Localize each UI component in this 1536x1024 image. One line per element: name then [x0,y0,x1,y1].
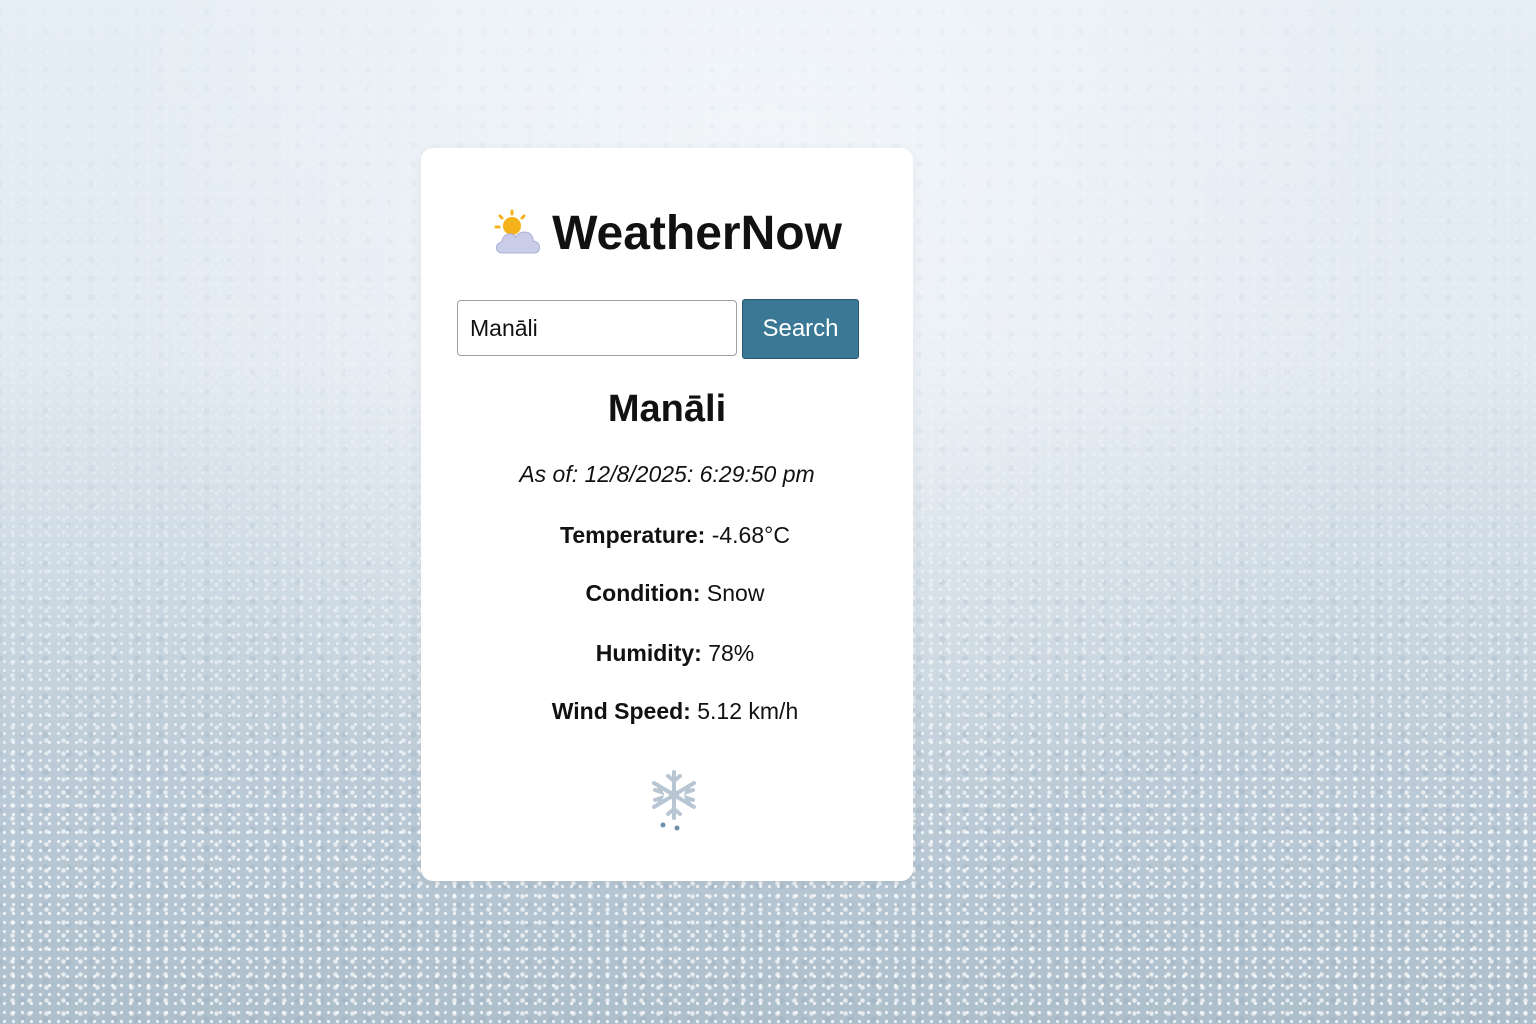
wind-speed-label: Wind Speed: [551,698,691,724]
wind-speed-value: 5.12 km/h [697,698,799,724]
search-button[interactable]: Search [742,299,859,359]
temperature-value: -4.68°C [711,522,790,548]
humidity-label: Humidity: [595,640,702,666]
humidity-value: 78% [708,640,755,666]
app-header: WeatherNow [421,206,913,261]
search-bar: Search [457,299,859,359]
city-name: Manāli [607,388,727,430]
condition-row: Condition: Snow [429,580,921,607]
sun-behind-cloud-icon [494,209,541,253]
search-input[interactable] [457,300,737,356]
snowflake-icon [652,770,696,831]
temperature-row: Temperature: -4.68°C [429,522,921,549]
condition-value: Snow [706,580,765,606]
condition-label: Condition: [585,580,701,606]
app-title: WeatherNow [552,207,842,260]
temperature-label: Temperature: [560,522,706,548]
wind-speed-row: Wind Speed: 5.12 km/h [429,698,921,725]
weather-card: WeatherNow Search Manāli As of: 12/8/202… [421,148,913,881]
humidity-row: Humidity: 78% [429,640,921,667]
timestamp: As of: 12/8/2025: 6:29:50 pm [519,461,815,487]
